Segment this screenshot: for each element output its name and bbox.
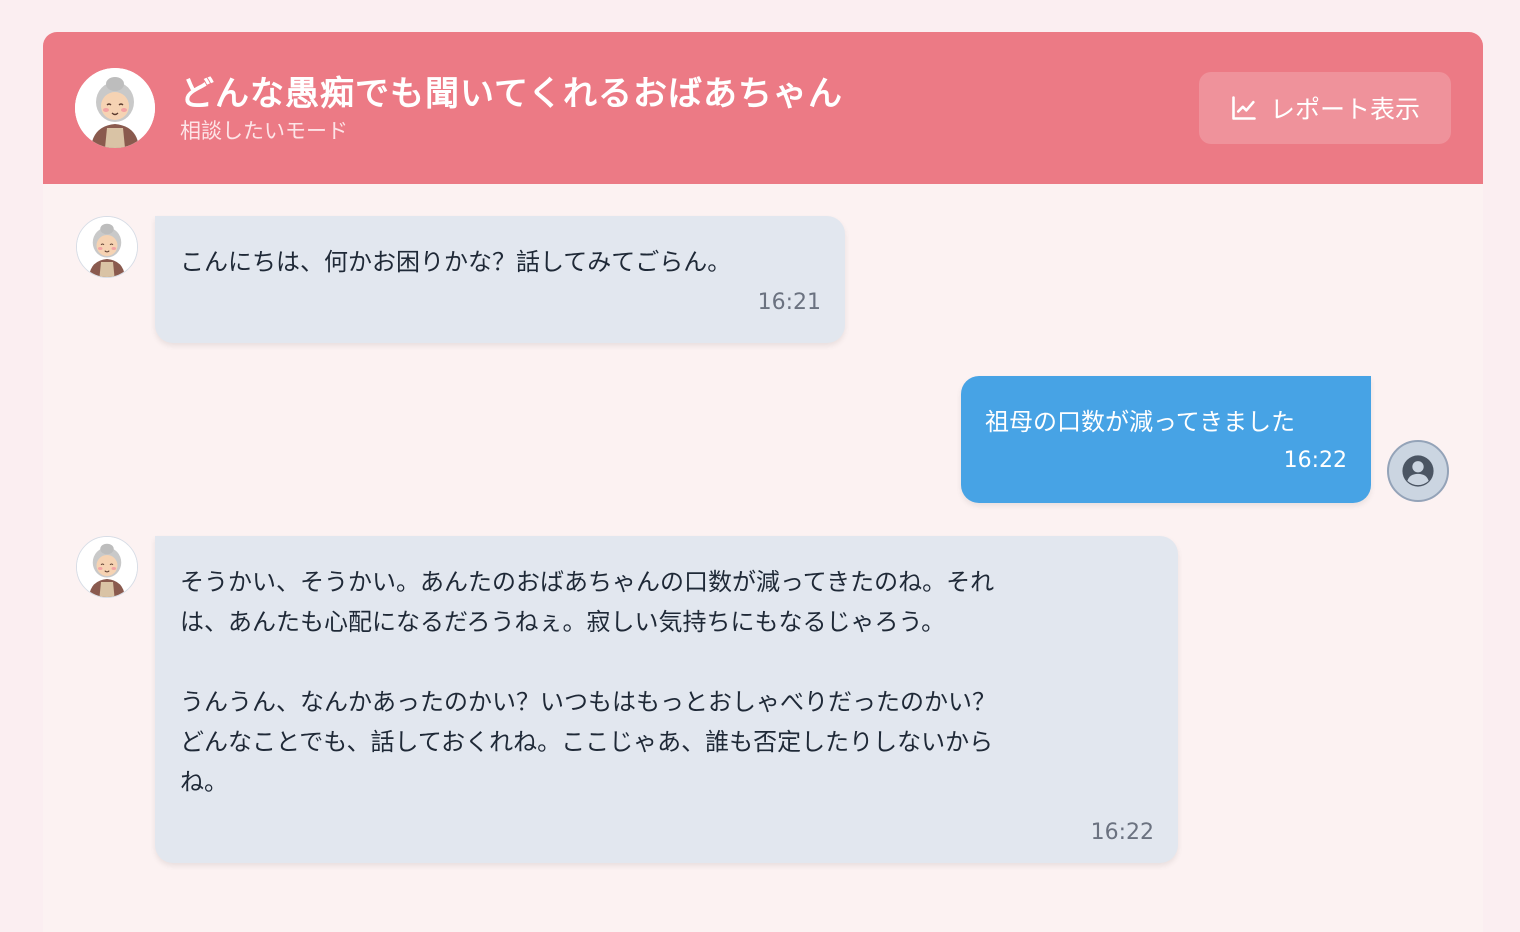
chart-line-icon — [1230, 94, 1258, 122]
bot-message-bubble: そうかい、そうかい。あんたのおばあちゃんの口数が減ってきたのね。それ は、あんた… — [155, 536, 1178, 863]
title-block: どんな愚痴でも聞いてくれるおばあちゃん 相談したいモード — [180, 72, 843, 146]
chat-title: どんな愚痴でも聞いてくれるおばあちゃん — [180, 74, 843, 114]
chat-header: どんな愚痴でも聞いてくれるおばあちゃん 相談したいモード レポート表示 — [43, 32, 1483, 184]
message-time: 16:21 — [757, 290, 821, 315]
grandmother-avatar-icon — [75, 68, 155, 148]
message-time: 16:22 — [1090, 820, 1154, 845]
message-time: 16:22 — [1283, 448, 1347, 473]
message-text: そうかい、そうかい。あんたのおばあちゃんの口数が減ってきたのね。それ は、あんた… — [180, 568, 996, 796]
user-message-bubble: 祖母の口数が減ってきました 16:22 — [961, 376, 1371, 503]
message-text: こんにちは、何かお困りかな？話してみてごらん。 — [180, 248, 732, 276]
report-button-label: レポート表示 — [1269, 95, 1420, 124]
grandmother-avatar-icon — [76, 216, 138, 278]
message-text: 祖母の口数が減ってきました — [985, 408, 1296, 436]
bot-message-bubble: こんにちは、何かお困りかな？話してみてごらん。 16:21 — [155, 216, 845, 343]
chat-mode-subtitle: 相談したいモード — [180, 119, 348, 143]
report-button[interactable]: レポート表示 — [1199, 72, 1451, 144]
user-avatar-icon — [1387, 440, 1449, 502]
chat-window: どんな愚痴でも聞いてくれるおばあちゃん 相談したいモード レポート表示 こんにち… — [43, 32, 1483, 932]
grandmother-avatar-icon — [76, 536, 138, 598]
